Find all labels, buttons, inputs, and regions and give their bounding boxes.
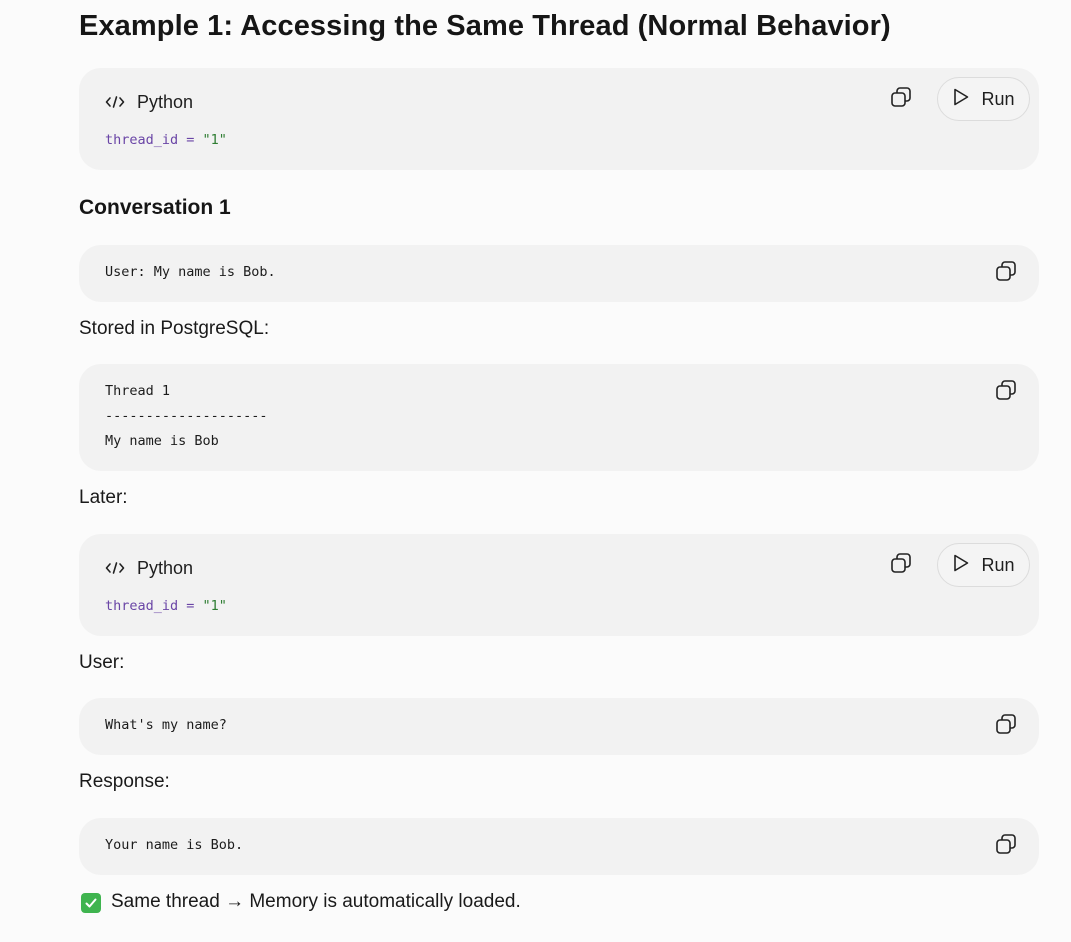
code-string: "1" [202, 598, 227, 614]
copy-button[interactable] [992, 712, 1020, 740]
play-icon [952, 87, 970, 112]
block-text: Your name is Bob. [105, 837, 244, 853]
label-later: Later: [79, 487, 128, 508]
text-block-question: What's my name? [79, 698, 1039, 755]
block-text: What's my name? [105, 717, 227, 733]
page-title: Example 1: Accessing the Same Thread (No… [79, 10, 891, 42]
check-icon [81, 893, 101, 913]
code-block-header: Python [105, 92, 193, 112]
label-response: Response: [79, 771, 170, 792]
copy-icon [889, 551, 913, 580]
stored-line-1: Thread 1 [105, 383, 171, 399]
stored-line-3: My name is Bob [105, 433, 219, 449]
code-block-python-2: Python Run thread_id = "1" [79, 534, 1039, 636]
code-block-header: Python [105, 558, 193, 578]
run-button[interactable]: Run [937, 77, 1030, 121]
code-operator: = [178, 132, 203, 148]
text-block-response: Your name is Bob. [79, 818, 1039, 875]
language-label: Python [137, 557, 194, 578]
code-icon [105, 94, 125, 110]
play-icon [952, 553, 970, 578]
code-string: "1" [202, 132, 227, 148]
footer-note-text: Same thread → Memory is automatically lo… [111, 891, 521, 912]
run-label: Run [981, 554, 1015, 575]
text-block-user-message: User: My name is Bob. [79, 245, 1039, 302]
copy-button[interactable] [887, 551, 915, 579]
stored-line-2: -------------------- [105, 408, 268, 424]
copy-icon [994, 832, 1018, 861]
code-variable: thread_id [105, 132, 179, 148]
run-button[interactable]: Run [937, 543, 1030, 587]
copy-button[interactable] [887, 85, 915, 113]
copy-icon [994, 712, 1018, 741]
language-label: Python [137, 91, 194, 112]
copy-icon [994, 259, 1018, 288]
label-stored: Stored in PostgreSQL: [79, 318, 270, 339]
block-text: User: My name is Bob. [105, 264, 276, 280]
copy-button[interactable] [992, 378, 1020, 406]
code-variable: thread_id [105, 598, 179, 614]
copy-button[interactable] [992, 259, 1020, 287]
code-content: thread_id = "1" [105, 598, 227, 614]
run-label: Run [981, 88, 1015, 109]
copy-icon [994, 378, 1018, 407]
text-block-stored: Thread 1 -------------------- My name is… [79, 364, 1039, 471]
footer-note: Same thread → Memory is automatically lo… [79, 891, 521, 913]
label-user: User: [79, 652, 125, 673]
code-block-python-1: Python Run thread_id = "1" [79, 68, 1039, 170]
code-operator: = [178, 598, 203, 614]
code-icon [105, 560, 125, 576]
code-content: thread_id = "1" [105, 132, 227, 148]
section-title: Conversation 1 [79, 196, 231, 219]
copy-icon [889, 85, 913, 114]
copy-button[interactable] [992, 832, 1020, 860]
